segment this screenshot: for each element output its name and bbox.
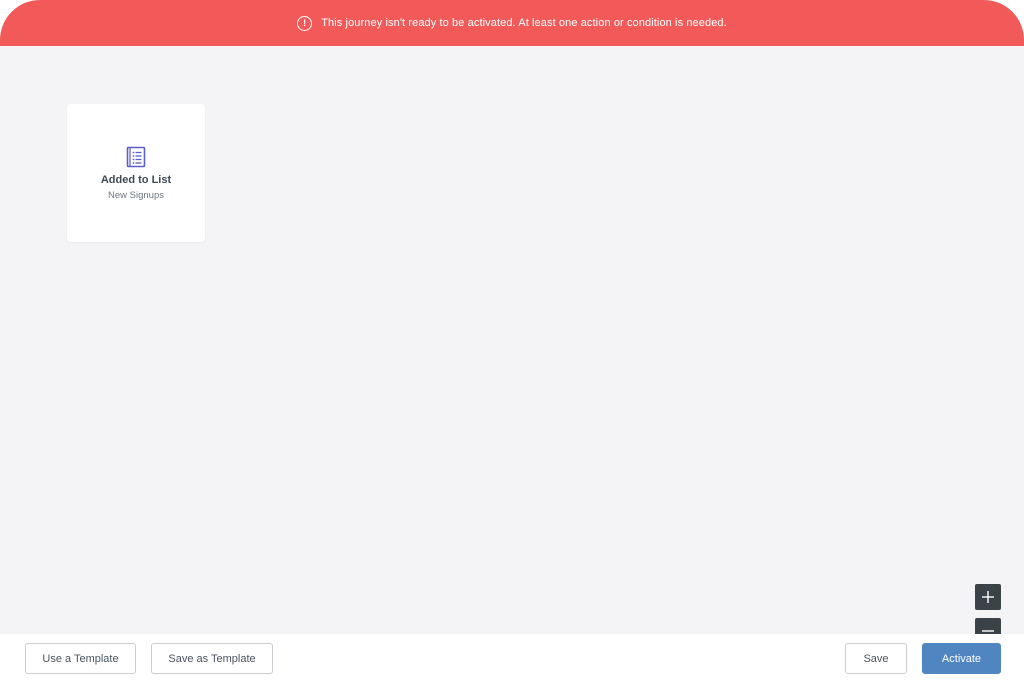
activate-button[interactable]: Activate (922, 643, 1001, 674)
plus-icon (982, 591, 994, 603)
trigger-node-added-to-list[interactable]: Added to List New Signups (67, 104, 205, 242)
save-as-template-button[interactable]: Save as Template (151, 643, 273, 674)
list-icon (126, 146, 146, 168)
banner-message: This journey isn't ready to be activated… (321, 17, 727, 29)
zoom-in-button[interactable] (975, 584, 1001, 610)
footer-toolbar: Use a Template Save as Template Save Act… (0, 634, 1024, 680)
use-template-button[interactable]: Use a Template (25, 643, 136, 674)
journey-canvas[interactable]: Added to List New Signups (0, 46, 1024, 644)
alert-circle-icon: ! (297, 15, 313, 31)
node-title: Added to List (100, 174, 172, 186)
node-subtitle: New Signups (108, 190, 164, 201)
save-button[interactable]: Save (845, 643, 907, 674)
not-ready-banner: ! This journey isn't ready to be activat… (0, 0, 1024, 46)
